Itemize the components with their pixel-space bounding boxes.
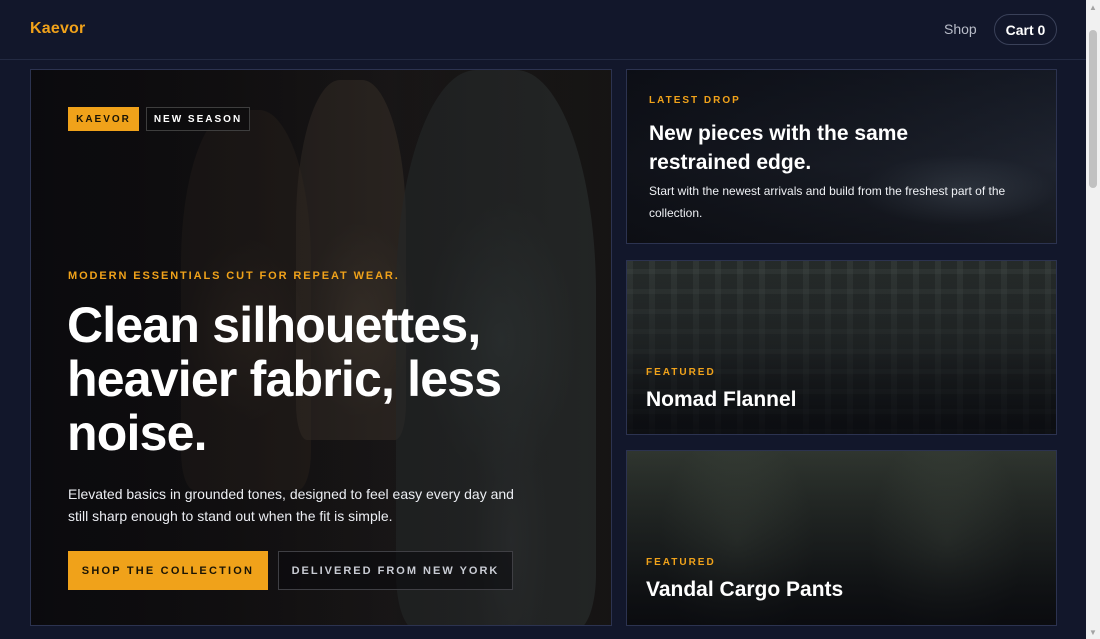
triangle-up-icon[interactable]: ▲	[1086, 0, 1100, 14]
hero-kicker: MODERN ESSENTIALS CUT FOR REPEAT WEAR.	[68, 270, 400, 282]
featured-title: Nomad Flannel	[646, 388, 797, 411]
latest-drop-card[interactable]: LATEST DROP New pieces with the same res…	[626, 69, 1057, 244]
hero-title: Clean silhouettes, heavier fabric, less …	[67, 297, 502, 461]
featured-card-flannel[interactable]: FEATURED Nomad Flannel	[626, 260, 1057, 435]
brand-logo[interactable]: Kaevor	[30, 20, 85, 38]
nav-shop-link[interactable]: Shop	[944, 21, 977, 37]
latest-drop-kicker: LATEST DROP	[649, 95, 741, 106]
featured-card-cargo[interactable]: FEATURED Vandal Cargo Pants	[626, 450, 1057, 626]
latest-drop-description: Start with the newest arrivals and build…	[649, 184, 1006, 220]
shop-collection-button[interactable]: SHOP THE COLLECTION	[68, 551, 268, 590]
site-header: Kaevor Shop Cart 0	[0, 0, 1086, 60]
featured-kicker: FEATURED	[646, 367, 716, 378]
brand-badge: KAEVOR	[68, 107, 139, 131]
latest-drop-title: New pieces with the same restrained edge…	[649, 122, 909, 174]
triangle-down-icon[interactable]: ▼	[1086, 625, 1100, 639]
featured-title: Vandal Cargo Pants	[646, 578, 844, 601]
cart-button[interactable]: Cart 0	[994, 14, 1057, 45]
hero-description: Elevated basics in grounded tones, desig…	[68, 486, 514, 524]
season-badge: NEW SEASON	[146, 107, 250, 131]
scrollbar-thumb[interactable]	[1089, 30, 1097, 188]
vertical-scrollbar[interactable]: ▲ ▼	[1086, 0, 1100, 639]
featured-kicker: FEATURED	[646, 557, 716, 568]
hero-banner: KAEVOR NEW SEASON MODERN ESSENTIALS CUT …	[30, 69, 612, 626]
delivered-from-button[interactable]: DELIVERED FROM NEW YORK	[278, 551, 513, 590]
